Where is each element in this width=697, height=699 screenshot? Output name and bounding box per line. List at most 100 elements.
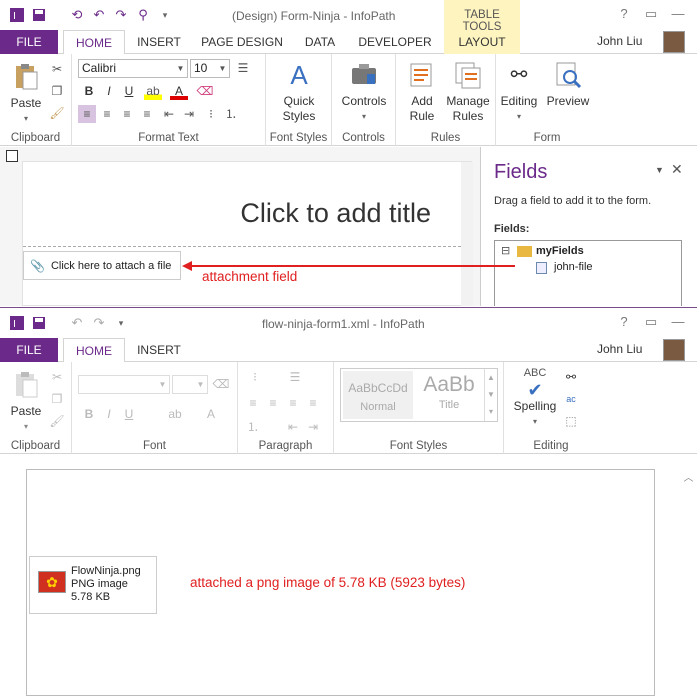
style-title-label: Title xyxy=(438,399,460,411)
form-scrollbar[interactable]: ︿ xyxy=(680,455,697,699)
numbering-icon[interactable]: ⒈ xyxy=(222,105,240,123)
copy-icon[interactable]: ❐ xyxy=(48,390,66,408)
line-spacing-icon[interactable]: ☰ xyxy=(234,59,252,77)
user-name[interactable]: John Liu xyxy=(597,342,642,356)
format-painter-icon[interactable]: 🖌 xyxy=(48,412,66,430)
paste-button[interactable]: Paste ▾ xyxy=(6,62,46,126)
undo-icon[interactable]: ↶ xyxy=(88,6,110,24)
format-painter-icon[interactable]: 🖌 xyxy=(48,104,66,122)
minimize-icon[interactable]: — xyxy=(668,314,688,332)
tree-item-myfields[interactable]: myFields xyxy=(536,245,584,257)
close-pane-icon[interactable]: ✕ xyxy=(671,161,683,178)
tab-home[interactable]: HOME xyxy=(63,30,125,55)
tab-file[interactable]: FILE xyxy=(0,30,58,54)
pane-options-icon[interactable]: ▼ xyxy=(655,165,664,175)
manage-rules-button[interactable]: Manage Rules xyxy=(444,60,492,124)
font-color-icon[interactable]: A xyxy=(170,82,188,100)
save-icon[interactable] xyxy=(28,6,50,24)
customize-qat-icon[interactable]: ▾ xyxy=(154,6,176,24)
tab-layout[interactable]: LAYOUT xyxy=(444,30,520,54)
justify-icon[interactable]: ≡ xyxy=(304,394,322,412)
font-size-select[interactable]: 10 ▼ xyxy=(190,59,230,78)
help-icon[interactable]: ? xyxy=(614,314,634,332)
italic-button[interactable]: I xyxy=(100,405,118,423)
add-rule-button[interactable]: Add Rule xyxy=(400,60,444,124)
format-painter-quick-icon[interactable]: ⚲ xyxy=(132,6,154,24)
font-size-select[interactable]: ▼ xyxy=(172,375,208,394)
font-family-select[interactable]: ▼ xyxy=(78,375,170,394)
style-title[interactable]: AaBb Title xyxy=(417,371,481,419)
restore-icon[interactable]: ▭ xyxy=(641,314,661,332)
clear-formatting-icon[interactable]: ⌫ xyxy=(196,82,214,100)
styles-gallery[interactable]: AaBbCcDd Normal AaBb Title ▲ ▼ ▾ xyxy=(340,368,498,422)
restore-icon[interactable]: ▭ xyxy=(641,6,661,24)
tab-data[interactable]: DATA xyxy=(296,30,344,54)
align-left-icon[interactable]: ≡ xyxy=(78,105,96,123)
tab-page-design[interactable]: PAGE DESIGN xyxy=(196,30,288,54)
italic-button[interactable]: I xyxy=(100,82,118,100)
save-icon[interactable] xyxy=(28,314,50,332)
undo-icon[interactable]: ↶ xyxy=(66,314,88,332)
numbering-icon[interactable]: ⒈ xyxy=(244,418,262,436)
design-scrollbar[interactable] xyxy=(461,162,473,306)
decrease-indent-icon[interactable]: ⇤ xyxy=(160,105,178,123)
help-icon[interactable]: ? xyxy=(614,6,634,24)
user-name[interactable]: John Liu xyxy=(597,34,642,48)
cut-icon[interactable]: ✂ xyxy=(48,368,66,386)
tab-file[interactable]: FILE xyxy=(0,338,58,362)
underline-button[interactable]: U xyxy=(120,405,138,423)
table-select-handle[interactable] xyxy=(6,150,18,162)
quick-styles-button[interactable]: A Quick Styles xyxy=(270,60,328,124)
bold-button[interactable]: B xyxy=(80,405,98,423)
bullets-icon[interactable]: ⁝ xyxy=(246,368,264,386)
copy-icon[interactable]: ❐ xyxy=(48,82,66,100)
title-section[interactable]: Click to add title xyxy=(23,162,461,247)
bold-button[interactable]: B xyxy=(80,82,98,100)
underline-button[interactable]: U xyxy=(120,82,138,100)
tree-item-john-file[interactable]: john-file xyxy=(554,261,593,273)
align-right-icon[interactable]: ≡ xyxy=(284,394,302,412)
style-normal[interactable]: AaBbCcDd Normal xyxy=(343,371,413,419)
redo-icon[interactable]: ↷ xyxy=(110,6,132,24)
align-right-icon[interactable]: ≡ xyxy=(118,105,136,123)
font-family-select[interactable]: Calibri ▼ xyxy=(78,59,188,78)
align-left-icon[interactable]: ≡ xyxy=(244,394,262,412)
clear-formatting-icon[interactable]: ⌫ xyxy=(212,375,230,393)
highlight-icon[interactable]: ab xyxy=(144,82,162,100)
spelling-button[interactable]: ABC ✔ Spelling ▾ xyxy=(508,366,562,429)
align-center-icon[interactable]: ≡ xyxy=(98,105,116,123)
align-center-icon[interactable]: ≡ xyxy=(264,394,282,412)
attached-file-control[interactable]: ✿ FlowNinja.png PNG image 5.78 KB xyxy=(29,556,157,614)
gallery-scroll-icon[interactable]: ▲ ▼ ▾ xyxy=(484,369,497,421)
increase-indent-icon[interactable]: ⇥ xyxy=(304,418,322,436)
minimize-icon[interactable]: — xyxy=(668,6,688,24)
scroll-up-icon[interactable]: ︿ xyxy=(680,469,697,484)
tab-home[interactable]: HOME xyxy=(63,338,125,363)
preview-button[interactable]: Preview xyxy=(544,60,592,109)
find-icon[interactable]: ⚯ xyxy=(562,368,580,386)
title-placeholder[interactable]: Click to add title xyxy=(240,198,431,229)
tab-developer[interactable]: DEVELOPER xyxy=(352,30,438,54)
customize-qat-icon[interactable]: ▾ xyxy=(110,314,132,332)
avatar[interactable] xyxy=(663,31,685,53)
replace-icon[interactable]: ac xyxy=(562,390,580,408)
select-all-icon[interactable]: ⬚ xyxy=(562,412,580,430)
tab-insert[interactable]: INSERT xyxy=(130,30,188,54)
paste-button[interactable]: Paste ▾ xyxy=(6,370,46,434)
decrease-indent-icon[interactable]: ⇤ xyxy=(284,418,302,436)
line-spacing-icon[interactable]: ☰ xyxy=(286,368,304,386)
justify-icon[interactable]: ≡ xyxy=(138,105,156,123)
cut-icon[interactable]: ✂ xyxy=(48,60,66,78)
increase-indent-icon[interactable]: ⇥ xyxy=(180,105,198,123)
filler-window: I ↶ ↷ ▾ flow-ninja-form1.xml - InfoPath … xyxy=(0,307,697,699)
tab-insert[interactable]: INSERT xyxy=(130,338,188,362)
controls-button[interactable]: Controls ▾ xyxy=(336,60,392,124)
bullets-icon[interactable]: ⁝ xyxy=(202,105,220,123)
redo-icon[interactable]: ↷ xyxy=(88,314,110,332)
highlight-icon[interactable]: ab xyxy=(166,405,184,423)
attachment-control[interactable]: 📎 Click here to attach a file xyxy=(23,251,181,280)
editing-button[interactable]: ⚯ Editing ▾ xyxy=(496,60,542,124)
avatar[interactable] xyxy=(663,339,685,361)
font-color-icon[interactable]: A xyxy=(202,405,220,423)
preview-quick-icon[interactable]: ⟲ xyxy=(66,6,88,24)
